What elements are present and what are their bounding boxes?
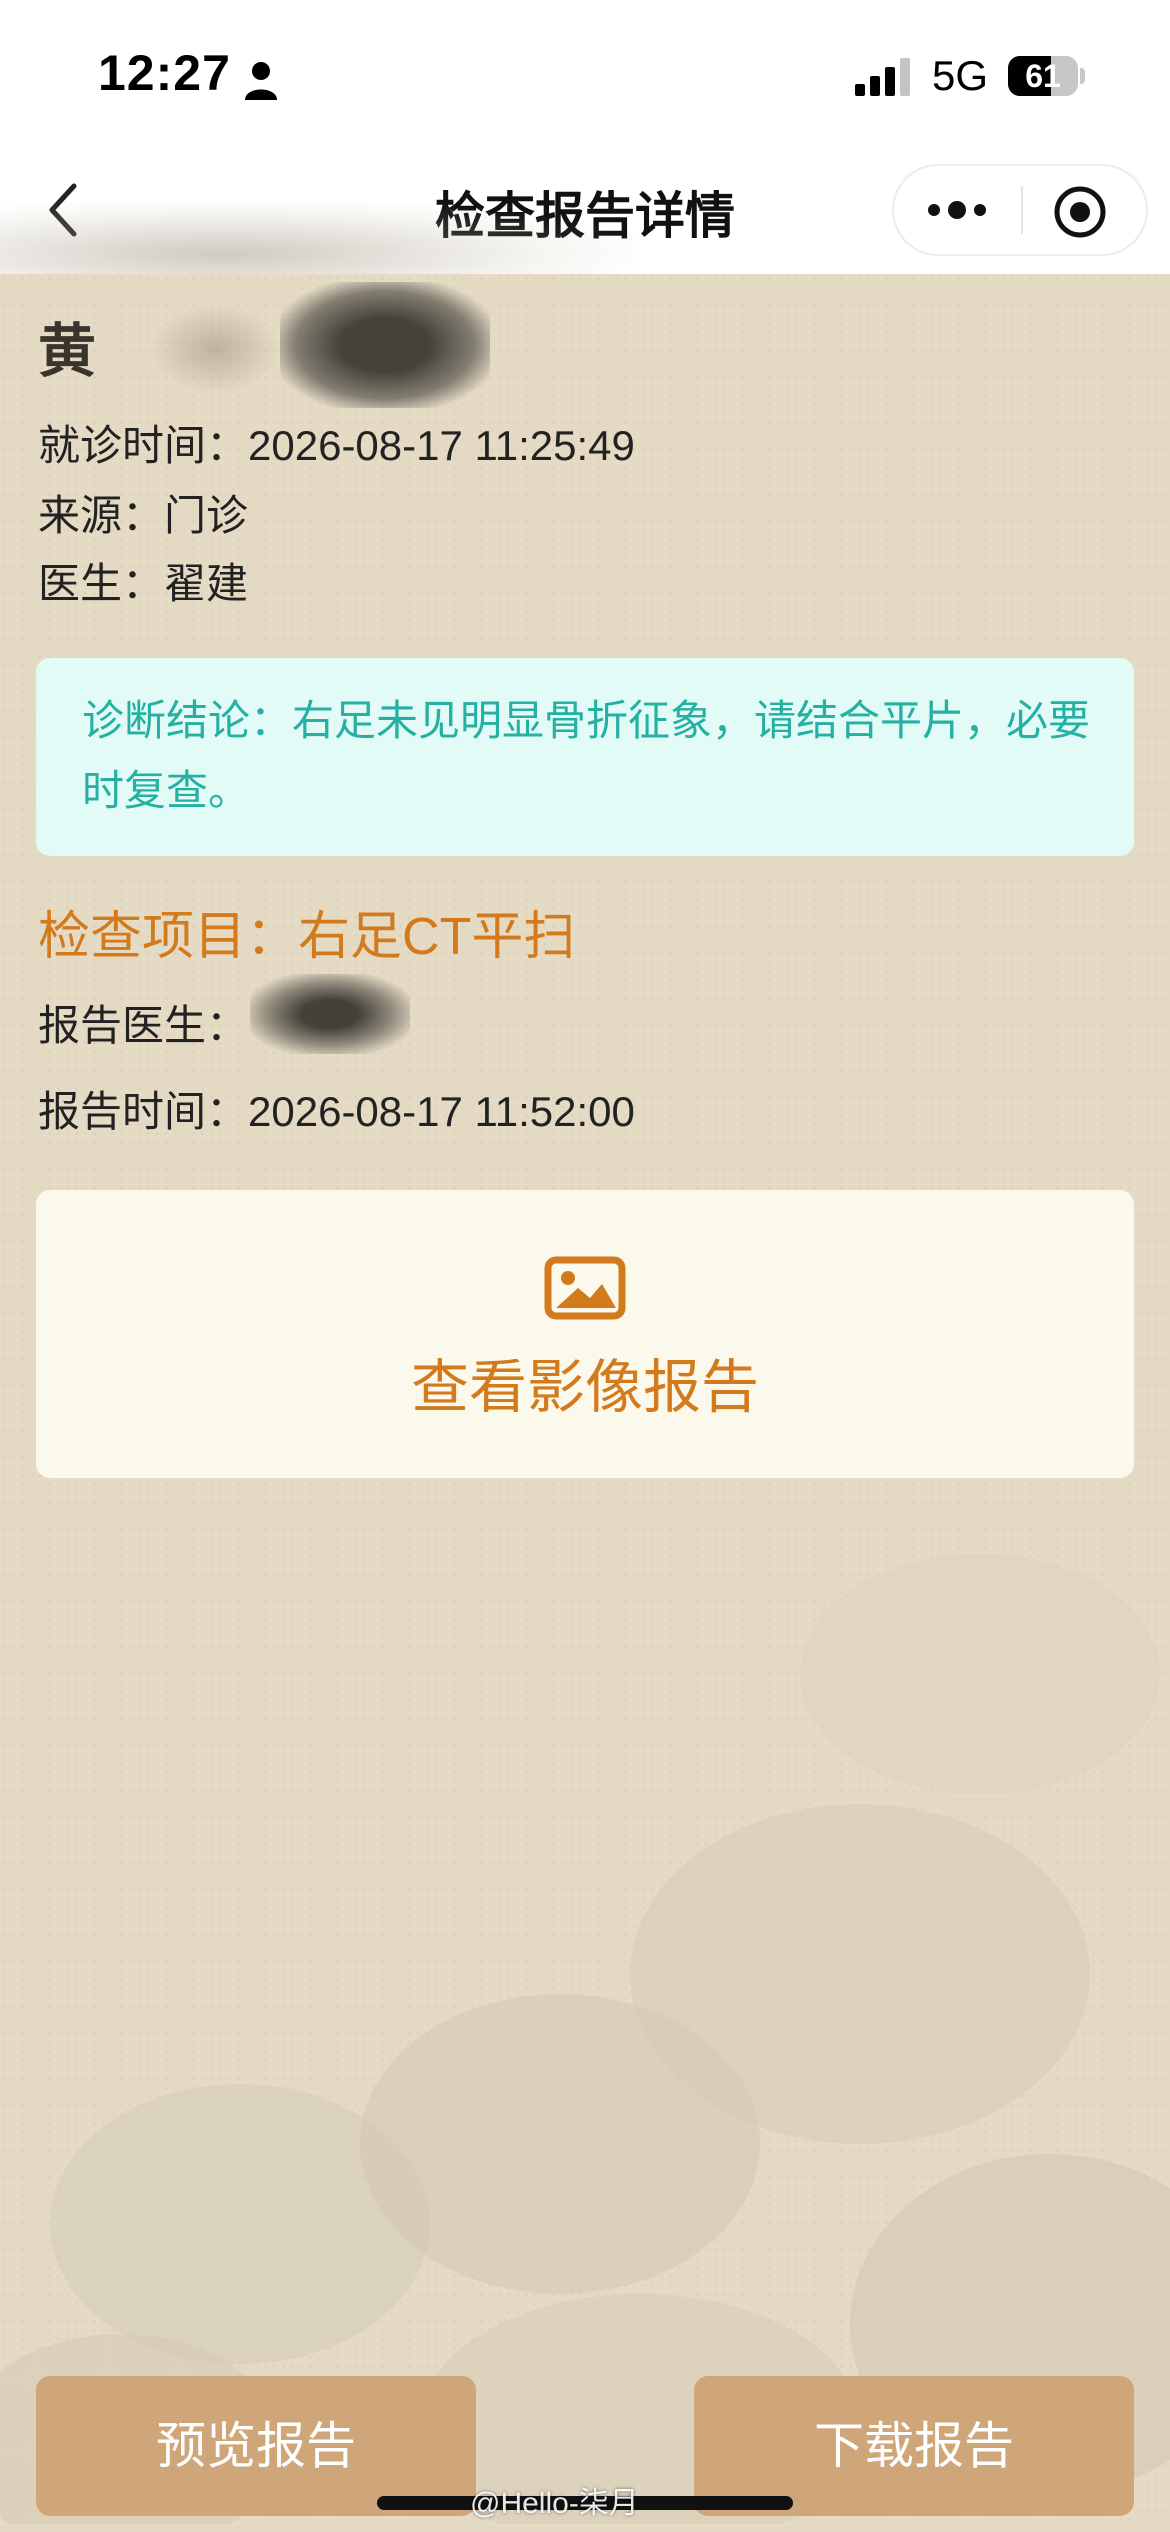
visit-time-label: 就诊时间： (38, 421, 249, 470)
preview-report-button[interactable]: 预览报告 (36, 2376, 476, 2516)
visit-time-row: 就诊时间：2026-08-17 11:25:49 (38, 412, 635, 473)
report-time-row: 报告时间：2026-08-17 11:52:00 (38, 1078, 635, 1139)
source-value: 门诊 (164, 491, 249, 540)
capsule-divider (1021, 186, 1023, 234)
source-row: 来源：门诊 (38, 482, 248, 543)
report-doctor-row: 报告医生： (38, 992, 248, 1053)
source-label: 来源： (38, 491, 165, 540)
redaction-smudge (150, 304, 280, 394)
signal-icon (855, 58, 910, 96)
battery-icon: 61 (1008, 56, 1078, 96)
background-decoration (0, 1554, 1170, 2524)
patient-name: 黄 (38, 317, 101, 385)
image-icon (544, 1256, 626, 1320)
report-time-value: 2026-08-17 11:52:00 (248, 1088, 635, 1135)
battery-tip (1080, 68, 1085, 84)
redaction-smudge (280, 282, 490, 408)
close-miniprogram-icon[interactable] (1052, 184, 1108, 240)
network-label: 5G (932, 52, 989, 99)
exam-item-value: 右足CT平扫 (298, 908, 576, 966)
diagnosis-box: 诊断结论：右足未见明显骨折征象，请结合平片，必要时复查。 (36, 658, 1134, 856)
exam-item-row: 检查项目：右足CT平扫 (38, 894, 575, 969)
exam-item-label: 检查项目： (38, 907, 299, 967)
diagnosis-text: 诊断结论：右足未见明显骨折征象，请结合平片，必要时复查。 (82, 696, 1091, 815)
redaction-smudge (250, 974, 410, 1054)
doctor-row: 医生：翟建 (38, 550, 248, 611)
view-image-report-button[interactable]: 查看影像报告 (36, 1190, 1134, 1478)
person-icon (245, 62, 277, 100)
report-time-label: 报告时间： (38, 1087, 249, 1136)
miniprogram-capsule (892, 164, 1148, 256)
view-image-report-label: 查看影像报告 (410, 1353, 759, 1421)
battery-level: 61 (1025, 58, 1061, 94)
report-content: 黄 就诊时间：2026-08-17 11:25:49 来源：门诊 医生：翟建 诊… (0, 274, 1170, 2532)
download-report-button[interactable]: 下载报告 (694, 2376, 1134, 2516)
status-time: 12:27 (98, 45, 231, 101)
watermark-text: @Hello-柒月 (470, 2487, 639, 2520)
doctor-value: 翟建 (164, 559, 249, 608)
more-dots-icon[interactable] (924, 192, 990, 228)
visit-time-value: 2026-08-17 11:25:49 (248, 422, 635, 469)
doctor-label: 医生： (38, 559, 165, 608)
report-doctor-label: 报告医生： (38, 1001, 249, 1050)
status-bar: 12:27 5G 61 (0, 0, 1170, 150)
